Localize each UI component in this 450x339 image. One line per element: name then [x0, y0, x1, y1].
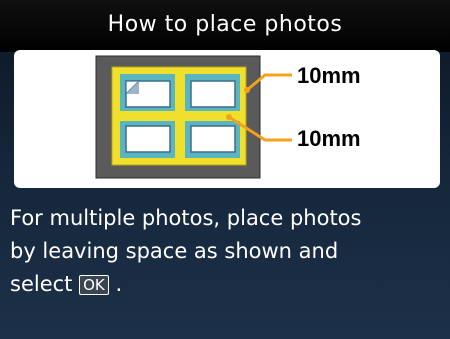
vertical-spacing-band: [175, 74, 185, 158]
instruction-message: For multiple photos, place photos by lea…: [10, 202, 440, 301]
message-line-1: For multiple photos, place photos: [10, 206, 362, 230]
message-line-3-prefix: select: [10, 272, 73, 296]
photo-bottom-left: [125, 125, 171, 153]
photo-top-right: [190, 80, 236, 108]
callout-dot-gap: [226, 114, 232, 120]
ok-button-icon: OK: [79, 275, 109, 295]
edge-margin-label: 10mm: [297, 63, 361, 88]
photo-bottom-right: [190, 125, 236, 153]
message-line-3-suffix: .: [115, 272, 123, 296]
gap-spacing-label: 10mm: [297, 126, 361, 151]
message-line-3: select OK .: [10, 268, 440, 301]
lcd-screen: How to place photos 10mm 10mm For multip…: [0, 0, 450, 339]
message-line-2: by leaving space as shown and: [10, 239, 339, 263]
callout-dot-edge: [244, 87, 250, 93]
